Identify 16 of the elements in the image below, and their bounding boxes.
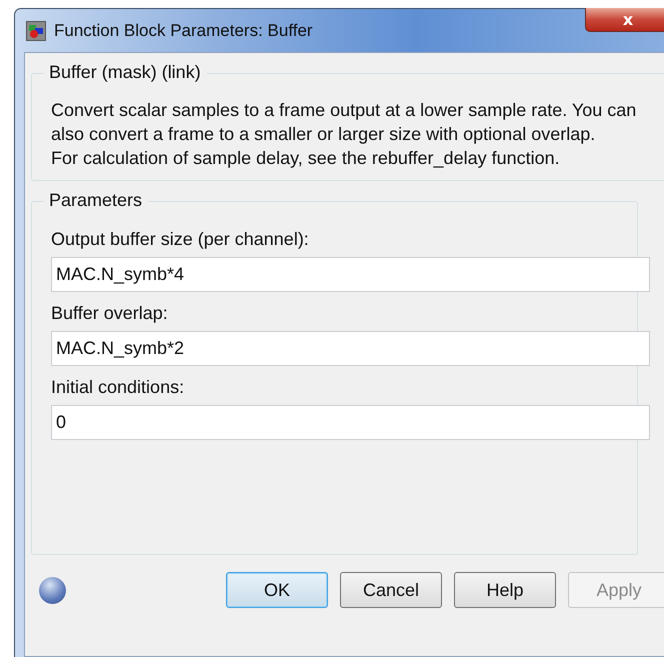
close-button[interactable]: x	[585, 8, 664, 32]
field-label: Buffer overlap:	[51, 303, 169, 324]
field-label: Output buffer size (per channel):	[51, 229, 310, 250]
dialog-button[interactable]: Cancel	[340, 572, 442, 608]
dialog-button[interactable]: Help	[454, 572, 556, 608]
input-field[interactable]: MAC.N_symb*4	[51, 257, 650, 292]
description-text: For calculation of sample delay, see the rebuffer_delay function.	[51, 147, 561, 170]
description-text: Convert scalar samples to a frame output at a lower sample rate. You can also convert a frame to a smaller or larger size with optional overlap.	[51, 99, 638, 146]
help-icon[interactable]	[39, 576, 66, 604]
app-icon	[26, 20, 46, 40]
group-title: Buffer (mask) (link)	[44, 62, 207, 83]
input-field[interactable]: 0	[51, 405, 650, 440]
window-title: Function Block Parameters: Buffer	[54, 20, 313, 40]
input-field[interactable]: MAC.N_symb*2	[51, 331, 650, 366]
dialog-button[interactable]: OK	[226, 572, 328, 608]
field-label: Initial conditions:	[51, 377, 186, 398]
